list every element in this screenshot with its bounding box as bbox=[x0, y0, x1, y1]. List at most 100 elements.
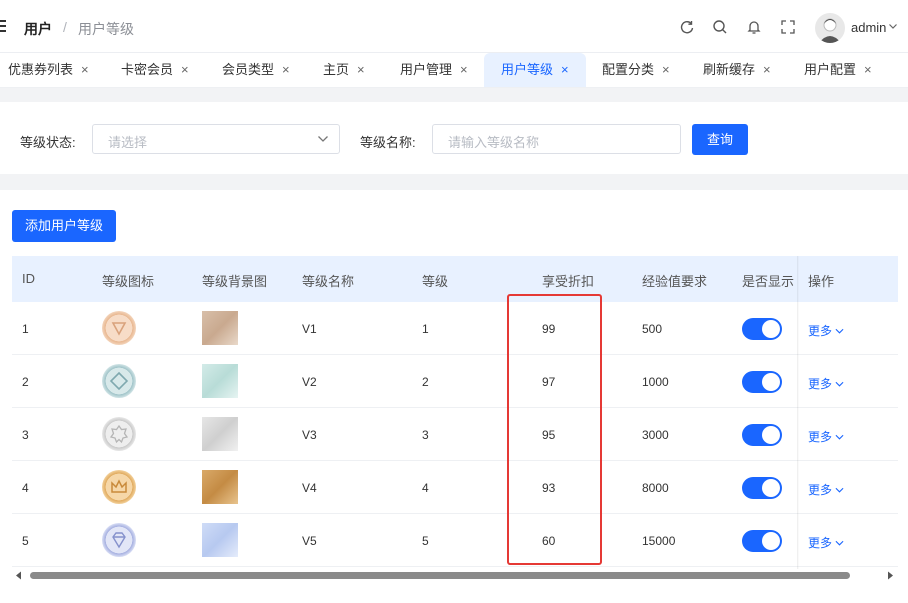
cell-name: V4 bbox=[302, 481, 317, 495]
refresh-icon[interactable] bbox=[679, 19, 695, 35]
tab-refresh-cache[interactable]: 刷新缓存 × bbox=[703, 53, 771, 87]
cell-id: 5 bbox=[22, 534, 29, 548]
tab-label: 会员类型 bbox=[222, 62, 275, 77]
top-header: 用户 / 用户等级 admin bbox=[0, 0, 908, 53]
bell-icon[interactable] bbox=[746, 19, 762, 35]
more-actions-link[interactable]: 更多 bbox=[808, 375, 844, 392]
more-label: 更多 bbox=[808, 536, 833, 550]
tab-label: 配置分类 bbox=[602, 62, 655, 77]
tab-user-level[interactable]: 用户等级 × bbox=[484, 53, 586, 87]
cell-name: V5 bbox=[302, 534, 317, 548]
more-actions-link[interactable]: 更多 bbox=[808, 481, 844, 498]
column-header-visible: 是否显示 bbox=[742, 274, 795, 289]
query-button[interactable]: 查询 bbox=[692, 124, 748, 155]
cell-exp: 3000 bbox=[642, 428, 669, 442]
cell-exp: 1000 bbox=[642, 375, 669, 389]
fullscreen-icon[interactable] bbox=[780, 19, 796, 35]
column-header-name: 等级名称 bbox=[302, 274, 355, 289]
level-background-image bbox=[202, 311, 238, 345]
visible-toggle[interactable] bbox=[742, 371, 782, 393]
column-header-icon: 等级图标 bbox=[102, 274, 155, 289]
column-header-id: ID bbox=[22, 271, 35, 286]
cell-name: V1 bbox=[302, 322, 317, 336]
tab-home[interactable]: 主页 × bbox=[323, 53, 365, 87]
tab-user-management[interactable]: 用户管理 × bbox=[400, 53, 468, 87]
close-icon[interactable]: × bbox=[864, 62, 872, 77]
fixed-column-shadow bbox=[797, 256, 799, 574]
column-header-exp: 经验值要求 bbox=[642, 274, 708, 289]
input-placeholder: 请输入等级名称 bbox=[448, 135, 540, 150]
close-icon[interactable]: × bbox=[763, 62, 771, 77]
tab-label: 刷新缓存 bbox=[703, 62, 756, 77]
cell-name: V2 bbox=[302, 375, 317, 389]
tab-label: 主页 bbox=[323, 62, 350, 77]
column-header-action: 操作 bbox=[808, 274, 835, 289]
level-icon-medal bbox=[102, 523, 136, 557]
section-gap bbox=[0, 88, 908, 102]
level-name-input[interactable]: 请输入等级名称 bbox=[432, 124, 681, 154]
chevron-down-icon[interactable] bbox=[888, 21, 898, 31]
cell-exp: 15000 bbox=[642, 534, 676, 548]
level-name-label: 等级名称: bbox=[360, 135, 416, 150]
cell-id: 4 bbox=[22, 481, 29, 495]
level-status-select[interactable]: 请选择 bbox=[92, 124, 340, 154]
cell-exp: 500 bbox=[642, 322, 663, 336]
section-gap bbox=[0, 174, 908, 190]
close-icon[interactable]: × bbox=[460, 62, 468, 77]
tab-label: 用户配置 bbox=[804, 62, 857, 77]
level-icon-medal bbox=[102, 364, 136, 398]
close-icon[interactable]: × bbox=[181, 62, 189, 77]
visible-toggle[interactable] bbox=[742, 318, 782, 340]
level-icon-medal bbox=[102, 470, 136, 504]
chevron-down-icon bbox=[318, 136, 328, 142]
tab-coupon-list[interactable]: 优惠券列表 × bbox=[8, 53, 89, 87]
username[interactable]: admin bbox=[851, 20, 886, 35]
level-icon-medal bbox=[102, 417, 136, 451]
close-icon[interactable]: × bbox=[81, 62, 89, 77]
more-actions-link[interactable]: 更多 bbox=[808, 322, 844, 339]
more-actions-link[interactable]: 更多 bbox=[808, 428, 844, 445]
level-icon-medal bbox=[102, 311, 136, 345]
tab-label: 用户等级 bbox=[501, 62, 554, 77]
column-header-level: 等级 bbox=[422, 274, 449, 289]
more-label: 更多 bbox=[808, 430, 833, 444]
scroll-left-arrow-icon[interactable] bbox=[15, 571, 23, 580]
close-icon[interactable]: × bbox=[662, 62, 670, 77]
level-background-image bbox=[202, 364, 238, 398]
cell-level: 5 bbox=[422, 534, 429, 548]
cell-level: 4 bbox=[422, 481, 429, 495]
search-icon[interactable] bbox=[712, 19, 728, 35]
tab-config-category[interactable]: 配置分类 × bbox=[602, 53, 670, 87]
scrollbar-thumb[interactable] bbox=[30, 572, 850, 579]
level-background-image bbox=[202, 470, 238, 504]
add-user-level-button[interactable]: 添加用户等级 bbox=[12, 210, 116, 242]
tab-label: 用户管理 bbox=[400, 62, 453, 77]
level-status-label: 等级状态: bbox=[20, 135, 76, 150]
visible-toggle[interactable] bbox=[742, 424, 782, 446]
visible-toggle[interactable] bbox=[742, 477, 782, 499]
tab-member-type[interactable]: 会员类型 × bbox=[222, 53, 290, 87]
more-actions-link[interactable]: 更多 bbox=[808, 534, 844, 551]
cell-exp: 8000 bbox=[642, 481, 669, 495]
column-header-discount: 享受折扣 bbox=[542, 274, 595, 289]
breadcrumb-parent[interactable]: 用户 bbox=[24, 19, 52, 39]
chevron-down-icon bbox=[835, 328, 844, 334]
scroll-right-arrow-icon[interactable] bbox=[886, 571, 894, 580]
visible-toggle[interactable] bbox=[742, 530, 782, 552]
more-label: 更多 bbox=[808, 483, 833, 497]
chevron-down-icon bbox=[835, 381, 844, 387]
close-icon[interactable]: × bbox=[282, 62, 290, 77]
chevron-down-icon bbox=[835, 540, 844, 546]
tab-card-member[interactable]: 卡密会员 × bbox=[121, 53, 189, 87]
close-icon[interactable]: × bbox=[561, 62, 569, 77]
close-icon[interactable]: × bbox=[357, 62, 365, 77]
menu-toggle-icon[interactable] bbox=[0, 20, 8, 32]
tab-user-config[interactable]: 用户配置 × bbox=[804, 53, 872, 87]
cell-level: 1 bbox=[422, 322, 429, 336]
tab-bar: 优惠券列表 × 卡密会员 × 会员类型 × 主页 × 用户管理 × 用户等级 × 配置分类 ×… bbox=[0, 53, 908, 88]
user-avatar[interactable] bbox=[815, 13, 845, 43]
tab-label: 卡密会员 bbox=[121, 62, 174, 77]
breadcrumb-separator: / bbox=[63, 19, 67, 35]
chevron-down-icon bbox=[835, 434, 844, 440]
cell-id: 2 bbox=[22, 375, 29, 389]
